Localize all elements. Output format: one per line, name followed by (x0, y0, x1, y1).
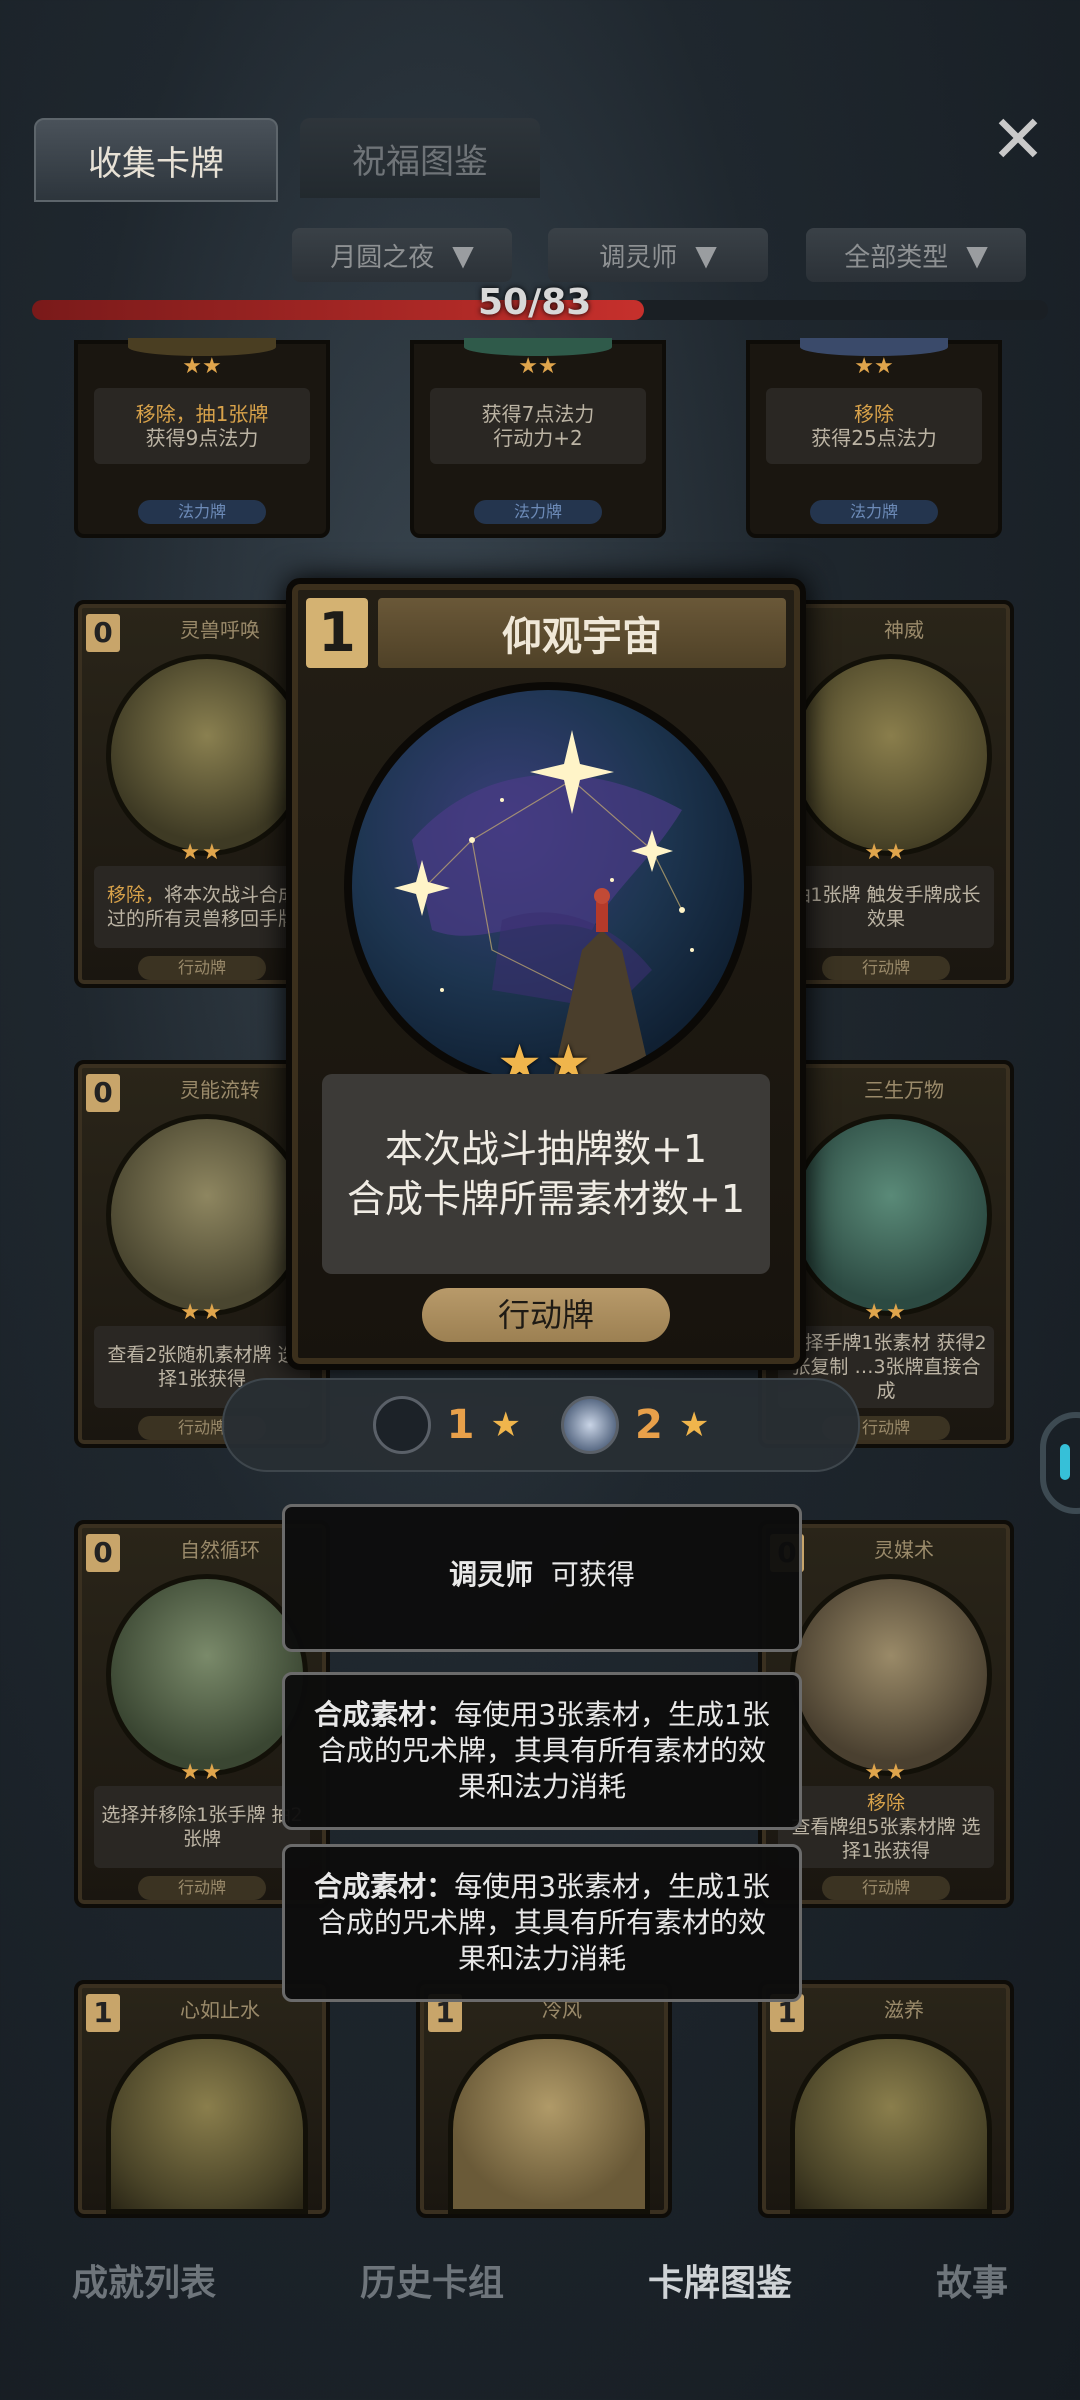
card-cost: 1 (86, 1994, 120, 2032)
filter-class-dropdown[interactable]: 调灵师 ▼ (548, 228, 768, 282)
tab-blessing-gallery[interactable]: 祝福图鉴 (300, 118, 540, 198)
obtain-info-panel: 调灵师 可获得 (282, 1504, 802, 1652)
card-stars: ★★ (518, 354, 558, 379)
card-desc-text: 获得9点法力 (145, 426, 259, 450)
funnel-icon: ▼ (966, 238, 988, 272)
card-desc-highlight: 移除，抽1张牌 (135, 402, 269, 426)
obtain-class: 调灵师 (449, 1558, 534, 1591)
card-cost: 0 (86, 1074, 120, 1112)
nav-card-gallery[interactable]: 卡牌图鉴 (648, 2254, 792, 2306)
card-description: 移除 获得25点法力 (766, 388, 982, 464)
card-desc-text: 获得25点法力 (811, 426, 937, 450)
card-type: 法力牌 (810, 500, 938, 524)
card-art (790, 1114, 992, 1316)
card-type: 法力牌 (474, 500, 602, 524)
filter-label: 月圆之夜 (330, 242, 435, 273)
card-desc-highlight: 移除， (106, 884, 164, 906)
filter-label: 调灵师 (599, 242, 678, 273)
featured-card-cost: 1 (306, 598, 368, 668)
card-description: 移除，将本次战斗合成过的所有灵兽移回手牌 (94, 866, 310, 948)
level-orb-icon (561, 1396, 619, 1454)
funnel-icon: ▼ (452, 238, 474, 272)
card-art (790, 1574, 992, 1776)
card-name: 灵媒术 (874, 1538, 934, 1562)
featured-card-art (344, 682, 752, 1090)
card-type: 行动牌 (138, 1876, 266, 1900)
card-type: 行动牌 (138, 956, 266, 980)
card-art (106, 654, 308, 856)
handle-indicator (1060, 1444, 1070, 1480)
card-desc-text: 查看牌组5张素材牌 选择1张获得 (791, 1816, 981, 1862)
card-description: 抽1张牌 触发手牌成长效果 (778, 866, 994, 948)
card-desc-highlight: 移除 (853, 402, 894, 426)
card-name: 滋养 (884, 1998, 924, 2022)
bottom-nav: 成就列表 历史卡组 卡牌图鉴 故事 (0, 2230, 1080, 2330)
level-orb-icon (372, 1396, 431, 1454)
card-type: 行动牌 (822, 956, 950, 980)
featured-desc-line: 本次战斗抽牌数+1 (384, 1127, 708, 1171)
card-cold-wind[interactable]: 1 冷风 (416, 1980, 672, 2218)
card-desc-highlight: 移除 (866, 1792, 905, 1814)
card-name: 三生万物 (864, 1078, 944, 1102)
card-cost: 0 (86, 614, 120, 652)
featured-desc-line: 合成卡牌所需素材数+1 (346, 1177, 746, 1221)
side-scroll-handle[interactable] (1040, 1412, 1080, 1514)
nav-history-decks[interactable]: 历史卡组 (360, 2254, 504, 2306)
card-art (106, 1574, 308, 1776)
card-art (790, 654, 992, 856)
level-number: 1 (446, 1402, 475, 1448)
featured-card-title: 仰观宇宙 (378, 598, 786, 668)
card-stars: ★★ (854, 354, 894, 379)
starry-sky-illustration (394, 730, 694, 1082)
card-calm-mind[interactable]: 1 心如止水 (74, 1980, 330, 2218)
card-description: 选择并移除1张手牌 抽2张牌 (94, 1786, 310, 1868)
keyword-panel: 合成素材：每使用3张素材，生成1张合成的咒术牌，其具有所有素材的效果和法力消耗 (282, 1844, 802, 2002)
card-cost: 0 (86, 1534, 120, 1572)
collection-count: 50/83 (478, 282, 592, 323)
keyword-term: 合成素材： (314, 1698, 455, 1731)
filter-label: 全部类型 (844, 242, 949, 273)
tab-collect-cards[interactable]: 收集卡牌 (34, 118, 278, 202)
card-partial[interactable]: ★★ 获得7点法力 行动力+2 法力牌 (410, 338, 666, 538)
star-icon: ★ (678, 1405, 710, 1445)
card-stars: ★★ (182, 354, 222, 379)
filter-type-dropdown[interactable]: 全部类型 ▼ (806, 228, 1026, 282)
card-art (790, 2034, 992, 2214)
level-option-2[interactable]: 2 ★ (561, 1396, 709, 1454)
funnel-icon: ▼ (695, 238, 717, 272)
featured-card: 1 仰观宇宙 ★★ 本次战斗抽牌数+1 合成卡牌所需素材数+1 行动牌 (286, 578, 806, 1370)
card-description: 获得7点法力 行动力+2 (430, 388, 646, 464)
nav-achievements[interactable]: 成就列表 (72, 2254, 216, 2306)
card-art (106, 1114, 308, 1316)
level-number: 2 (635, 1402, 663, 1448)
card-type: 法力牌 (138, 500, 266, 524)
card-partial[interactable]: ★★ 移除 获得25点法力 法力牌 (746, 338, 1002, 538)
level-option-1[interactable]: 1 ★ (372, 1396, 521, 1454)
card-type: 行动牌 (822, 1876, 950, 1900)
keyword-term: 合成素材： (314, 1870, 455, 1903)
keyword-panel: 合成素材：每使用3张素材，生成1张合成的咒术牌，其具有所有素材的效果和法力消耗 (282, 1672, 802, 1830)
card-description: 移除 查看牌组5张素材牌 选择1张获得 (778, 1786, 994, 1868)
filter-mode-dropdown[interactable]: 月圆之夜 ▼ (292, 228, 512, 282)
tab-label: 收集卡牌 (88, 143, 224, 184)
star-icon: ★ (490, 1405, 521, 1445)
featured-card-description: 本次战斗抽牌数+1 合成卡牌所需素材数+1 (322, 1074, 770, 1274)
card-name: 神威 (884, 618, 924, 642)
card-nourish[interactable]: 1 滋养 (758, 1980, 1014, 2218)
card-art (106, 2034, 308, 2214)
card-description: 移除，抽1张牌 获得9点法力 (94, 388, 310, 464)
tab-label: 祝福图鉴 (352, 141, 488, 182)
obtain-text: 可获得 (550, 1558, 635, 1591)
card-partial[interactable]: ★★ 移除，抽1张牌 获得9点法力 法力牌 (74, 338, 330, 538)
nav-story[interactable]: 故事 (936, 2254, 1008, 2306)
star-level-selector: 1 ★ 2 ★ (222, 1378, 860, 1472)
card-art (448, 2034, 650, 2214)
featured-card-type: 行动牌 (422, 1288, 670, 1342)
close-icon[interactable]: ✕ (986, 107, 1050, 173)
